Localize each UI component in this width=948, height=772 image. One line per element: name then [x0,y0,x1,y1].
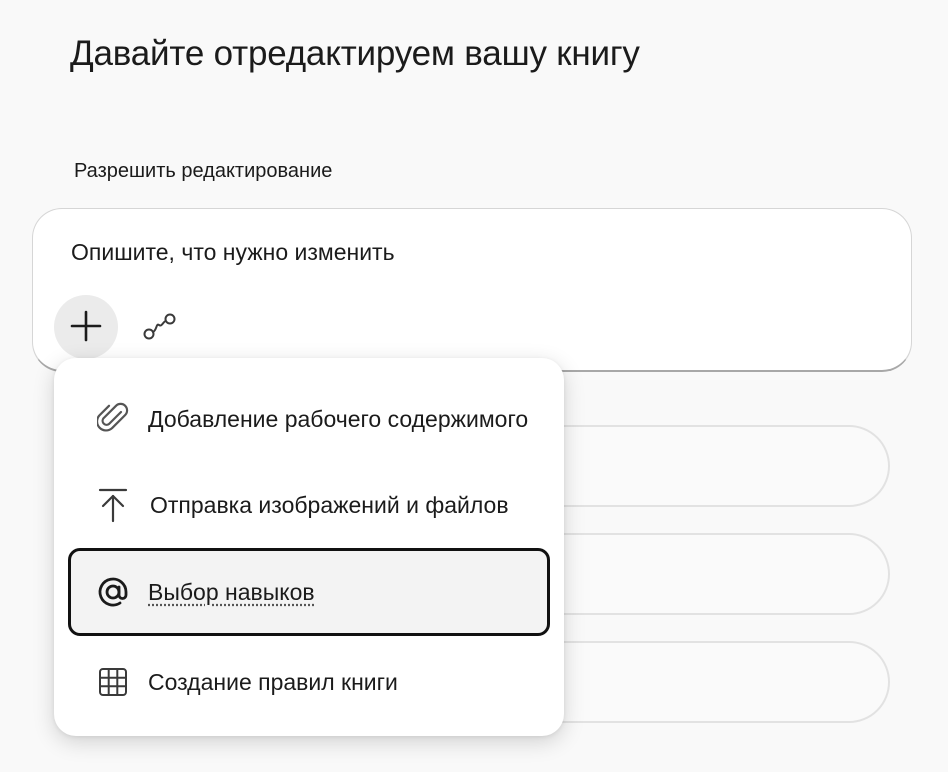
prompt-box [32,208,912,372]
grid-icon [96,665,130,699]
connect-button[interactable] [140,307,180,347]
menu-item-create-book-rules[interactable]: Создание правил книги [68,641,550,723]
suggestion-pill[interactable] [520,425,890,507]
menu-item-add-work-content[interactable]: Добавление рабочего содержимого [68,378,550,460]
suggestion-pill[interactable] [520,533,890,615]
add-menu-popup: Добавление рабочего содержимого Отправка… [54,358,564,736]
page-title: Давайте отредактируем вашу книгу [70,34,640,73]
paperclip-icon [96,402,130,436]
upload-icon [96,488,130,523]
menu-item-label: Добавление рабочего содержимого [148,405,529,432]
menu-item-label: Отправка изображений и файлов [150,491,509,518]
plus-icon [69,309,103,346]
at-sign-icon [96,575,130,609]
add-button[interactable] [54,295,118,359]
connector-icon [142,311,178,344]
menu-item-label: Создание правил книги [148,668,398,695]
menu-item-label: Выбор навыков [148,578,315,605]
prompt-input[interactable] [71,239,851,266]
section-label: Разрешить редактирование [74,160,333,182]
menu-item-upload-files[interactable]: Отправка изображений и файлов [68,464,550,546]
menu-item-select-skills[interactable]: Выбор навыков [68,548,550,636]
suggestion-pill[interactable] [520,641,890,723]
